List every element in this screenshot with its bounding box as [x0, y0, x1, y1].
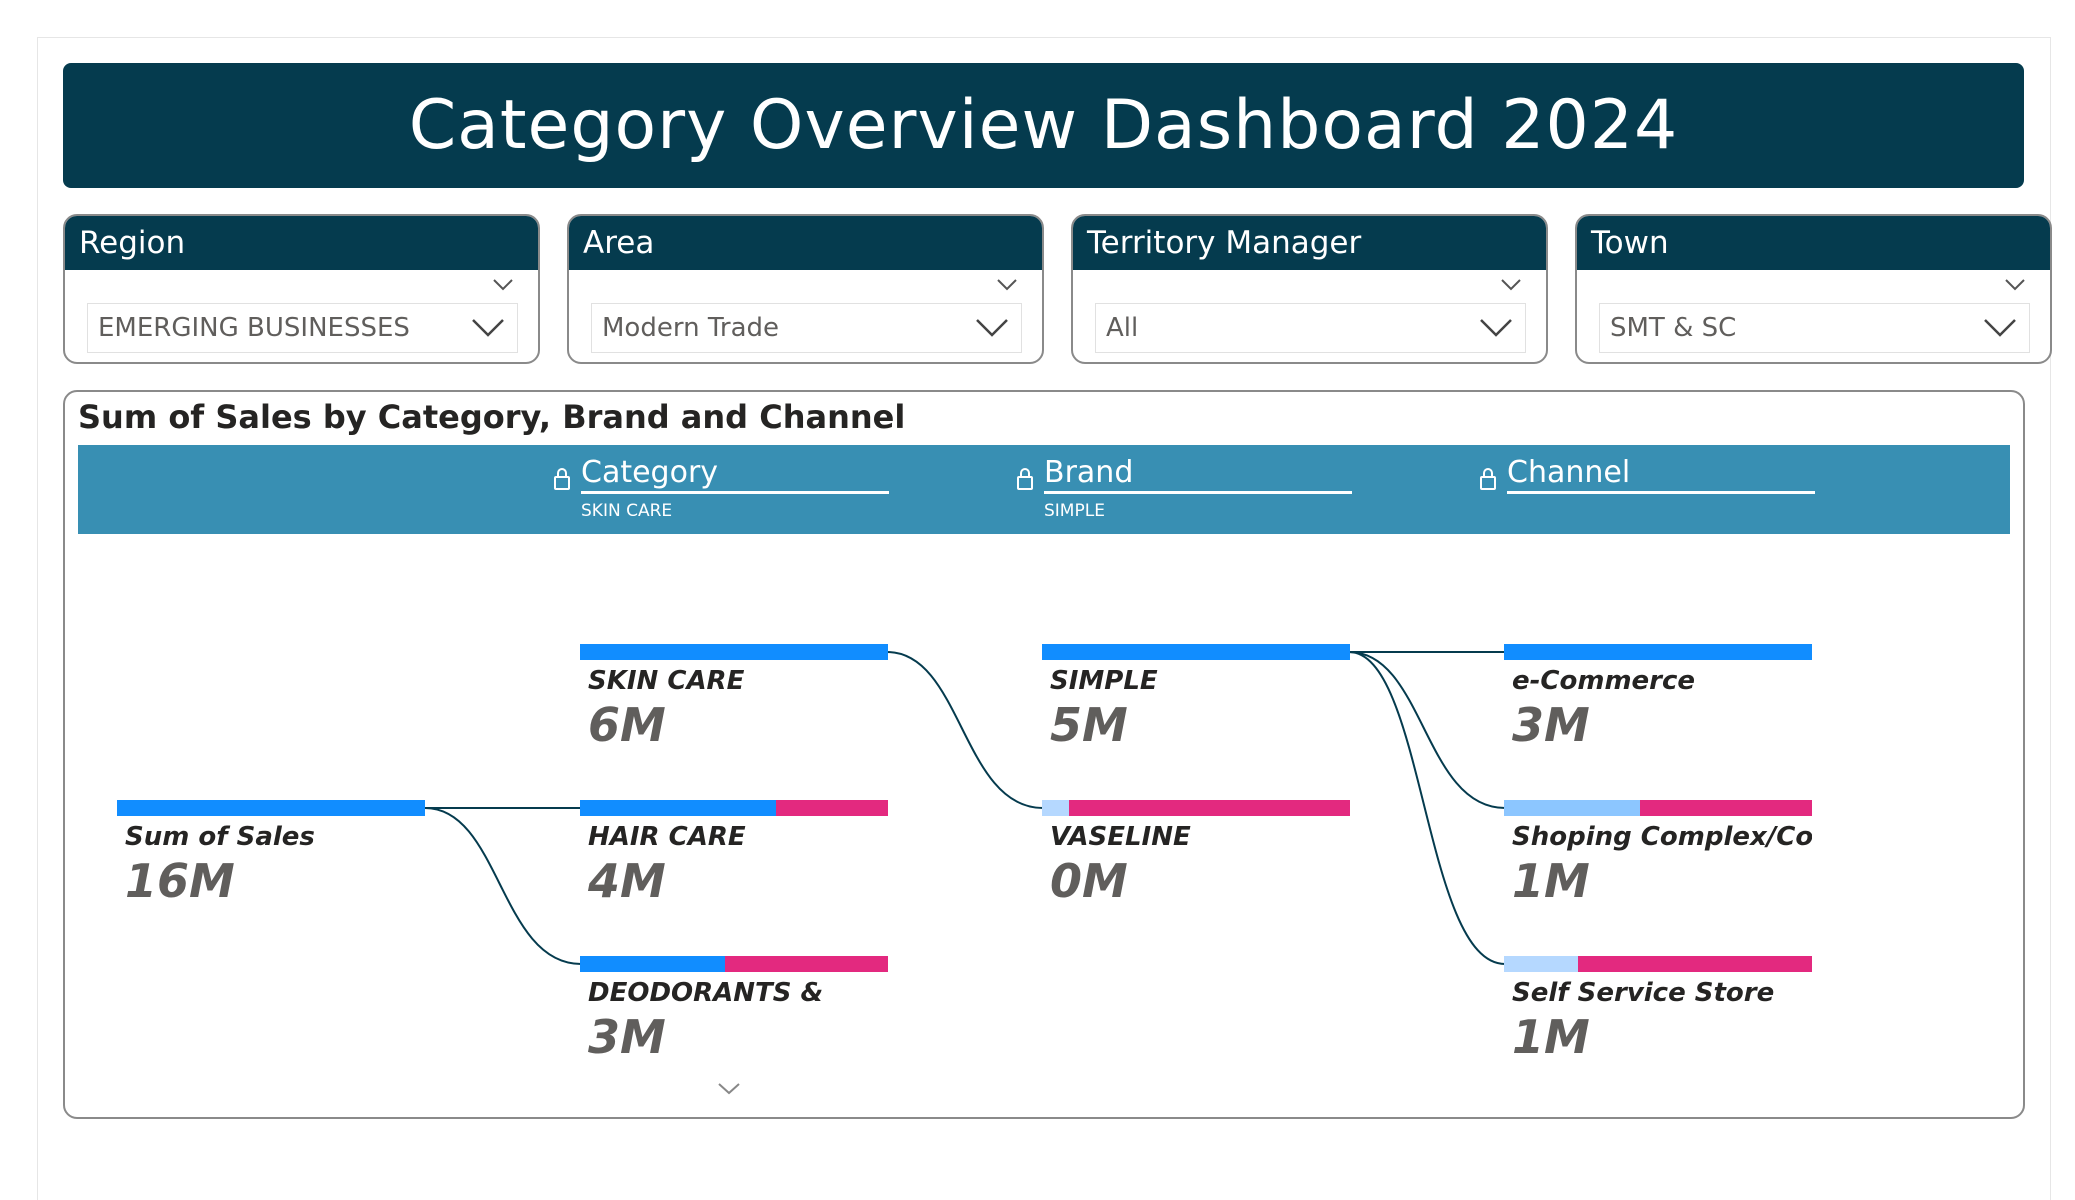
scroll-down-chevron-icon[interactable] — [717, 1082, 741, 1096]
tree-node-simple[interactable]: SIMPLE 5M — [1042, 644, 1350, 794]
tree-node-hair-care[interactable]: HAIR CARE 4M — [580, 800, 888, 950]
node-bar — [1504, 800, 1812, 816]
node-label: Sum of Sales — [125, 822, 315, 852]
node-bar — [1042, 800, 1350, 816]
tree-node-self-service[interactable]: Self Service Store 1M — [1504, 956, 1812, 1106]
tree-node-root[interactable]: Sum of Sales 16M — [117, 800, 425, 950]
node-label: Self Service Store — [1512, 978, 1775, 1008]
node-value: 3M — [588, 1010, 666, 1064]
tree-node-shopping-complex[interactable]: Shoping Complex/Cosm... 1M — [1504, 800, 1812, 950]
node-label: SKIN CARE — [588, 666, 745, 696]
node-label: Shoping Complex/Cosm... — [1512, 822, 1812, 852]
node-label: HAIR CARE — [588, 822, 746, 852]
node-bar — [1504, 956, 1812, 972]
node-label: VASELINE — [1050, 822, 1191, 852]
node-value: 1M — [1512, 1010, 1590, 1064]
node-label: e-Commerce — [1512, 666, 1696, 696]
link-simple-self-service — [1348, 651, 1506, 965]
tree-node-ecommerce[interactable]: e-Commerce 3M — [1504, 644, 1812, 794]
link-simple-shopping — [1348, 651, 1506, 809]
node-bar — [580, 800, 888, 816]
node-value: 4M — [588, 854, 666, 908]
node-bar — [580, 644, 888, 660]
node-value: 3M — [1512, 698, 1590, 752]
link-root-deodorants — [424, 807, 582, 965]
node-label: SIMPLE — [1050, 666, 1158, 696]
node-value: 1M — [1512, 854, 1590, 908]
node-label: DEODORANTS & — [588, 978, 824, 1008]
link-skin-care-vaseline — [886, 651, 1044, 809]
node-bar — [117, 800, 425, 816]
node-bar — [1504, 644, 1812, 660]
node-bar — [1042, 644, 1350, 660]
node-value: 6M — [588, 698, 666, 752]
node-bar — [580, 956, 888, 972]
tree-node-skin-care[interactable]: SKIN CARE 6M — [580, 644, 888, 794]
node-value: 0M — [1050, 854, 1128, 908]
tree-node-vaseline[interactable]: VASELINE 0M — [1042, 800, 1350, 950]
node-value: 16M — [125, 854, 235, 908]
node-value: 5M — [1050, 698, 1128, 752]
